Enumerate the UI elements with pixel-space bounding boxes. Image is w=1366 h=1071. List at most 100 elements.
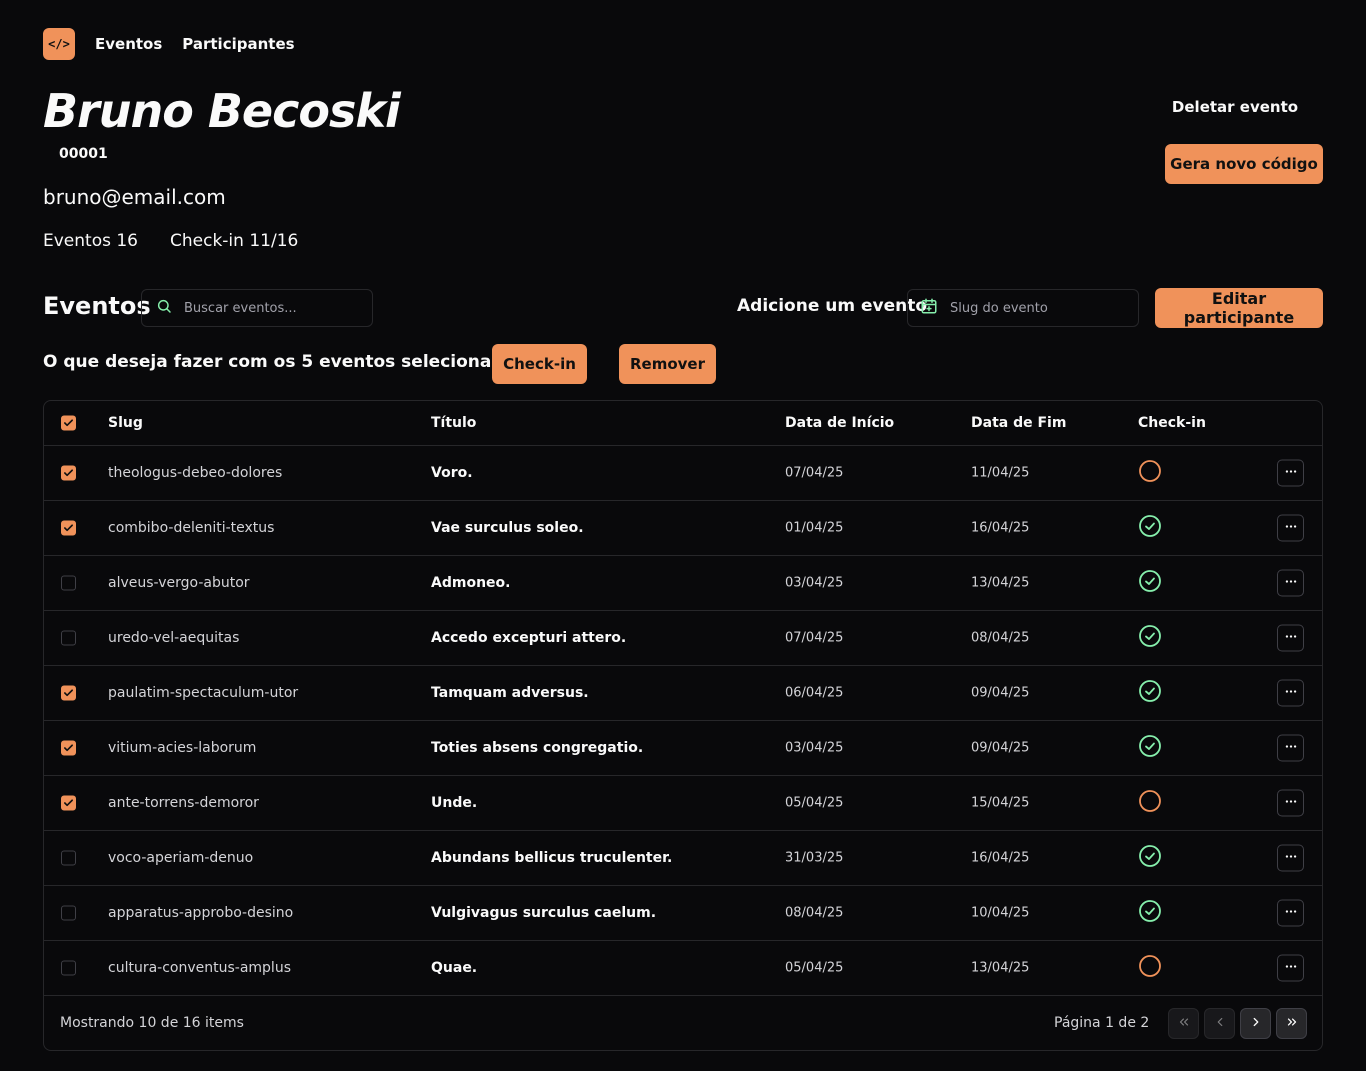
row-checkbox[interactable]	[61, 795, 76, 811]
row-checkbox[interactable]	[61, 465, 76, 481]
participant-name: Bruno Becoski	[43, 84, 401, 138]
delete-event-button[interactable]: Deletar evento	[1166, 94, 1304, 120]
table-row[interactable]: uredo-vel-aequitas Accedo excepturi atter…	[44, 611, 1322, 666]
prev-page-button[interactable]	[1204, 1008, 1235, 1039]
row-slug: vitium-acies-laborum	[108, 740, 257, 756]
circle-icon	[1138, 460, 1162, 487]
table-row[interactable]: alveus-vergo-abutor Admoneo. 03/04/25 13/04…	[44, 556, 1322, 611]
row-title: Abundans bellicus truculenter.	[431, 850, 673, 866]
row-title: Voro.	[431, 465, 473, 481]
table-footer: Mostrando 10 de 16 items Página 1 de 2	[44, 995, 1322, 1050]
row-menu-button[interactable]	[1277, 954, 1304, 982]
check-circle-icon	[1138, 570, 1162, 597]
row-menu-button[interactable]	[1277, 569, 1304, 597]
row-checkin-status	[1138, 734, 1162, 762]
row-checkbox[interactable]	[61, 630, 76, 646]
row-slug: ante-torrens-demoror	[108, 795, 259, 811]
bulk-remove-button[interactable]: Remover	[619, 344, 716, 384]
row-start-date: 07/04/25	[785, 630, 844, 646]
row-end-date: 09/04/25	[971, 685, 1030, 701]
bulk-checkin-button[interactable]: Check-in	[492, 344, 587, 384]
circle-icon	[1138, 790, 1162, 817]
slug-field[interactable]	[907, 289, 1139, 327]
row-menu-button[interactable]	[1277, 679, 1304, 707]
page-indicator: Página 1 de 2	[1054, 1014, 1150, 1031]
last-page-button[interactable]	[1276, 1008, 1307, 1039]
table-row[interactable]: combibo-deleniti-textus Vae surculus sole…	[44, 501, 1322, 556]
row-title: Tamquam adversus.	[431, 685, 589, 701]
first-page-button[interactable]	[1168, 1008, 1199, 1039]
row-end-date: 10/04/25	[971, 905, 1030, 921]
row-checkbox[interactable]	[61, 520, 76, 536]
table-row[interactable]: ante-torrens-demoror Unde. 05/04/25 15/04/2…	[44, 776, 1322, 831]
table-row[interactable]: voco-aperiam-denuo Abundans bellicus truc…	[44, 831, 1322, 886]
row-title: Unde.	[431, 795, 478, 811]
row-checkin-status	[1138, 459, 1162, 487]
check-circle-icon	[1138, 680, 1162, 707]
row-checkbox[interactable]	[61, 740, 76, 756]
row-start-date: 05/04/25	[785, 960, 844, 976]
row-end-date: 16/04/25	[971, 850, 1030, 866]
row-start-date: 03/04/25	[785, 575, 844, 591]
participant-email: bruno@email.com	[43, 185, 226, 209]
header-title: Título	[431, 415, 477, 431]
table-row[interactable]: cultura-conventus-amplus Quae. 05/04/25 13/…	[44, 941, 1322, 996]
select-all-cell	[61, 415, 76, 431]
table-row[interactable]: apparatus-approbo-desino Vulgivagus surcu…	[44, 886, 1322, 941]
check-circle-icon	[1138, 515, 1162, 542]
row-title: Vulgivagus surculus caelum.	[431, 905, 657, 921]
row-start-date: 08/04/25	[785, 905, 844, 921]
row-end-date: 09/04/25	[971, 740, 1030, 756]
row-slug: voco-aperiam-denuo	[108, 850, 254, 866]
row-menu-button[interactable]	[1277, 459, 1304, 487]
row-menu-button[interactable]	[1277, 624, 1304, 652]
row-checkbox[interactable]	[61, 960, 76, 976]
row-slug: uredo-vel-aequitas	[108, 630, 240, 646]
row-start-date: 01/04/25	[785, 520, 844, 536]
table-row[interactable]: theologus-debeo-dolores Voro. 07/04/25 11/0…	[44, 446, 1322, 501]
row-end-date: 13/04/25	[971, 960, 1030, 976]
participant-code: 00001	[59, 146, 108, 162]
row-checkbox[interactable]	[61, 575, 76, 591]
edit-participant-button[interactable]: Editar participante	[1155, 288, 1323, 328]
more-horizontal-icon	[1284, 574, 1298, 592]
row-checkbox[interactable]	[61, 905, 76, 921]
generate-code-button[interactable]: Gera novo código	[1165, 144, 1323, 184]
row-slug: cultura-conventus-amplus	[108, 960, 291, 976]
row-menu-button[interactable]	[1277, 899, 1304, 927]
row-checkin-status	[1138, 624, 1162, 652]
code-icon[interactable]: </>	[43, 28, 75, 60]
search-input[interactable]	[184, 300, 354, 316]
row-menu-button[interactable]	[1277, 734, 1304, 762]
chevrons-left-icon	[1177, 1014, 1191, 1033]
nav-link-eventos[interactable]: Eventos	[95, 35, 162, 53]
row-menu-button[interactable]	[1277, 789, 1304, 817]
row-end-date: 08/04/25	[971, 630, 1030, 646]
row-menu-button[interactable]	[1277, 514, 1304, 542]
more-horizontal-icon	[1284, 629, 1298, 647]
row-checkin-status	[1138, 514, 1162, 542]
search-field[interactable]	[141, 289, 373, 327]
more-horizontal-icon	[1284, 739, 1298, 757]
row-menu-button[interactable]	[1277, 844, 1304, 872]
header-start-date: Data de Início	[785, 415, 895, 431]
row-slug: apparatus-approbo-desino	[108, 905, 294, 921]
row-checkbox[interactable]	[61, 685, 76, 701]
table-row[interactable]: paulatim-spectaculum-utor Tamquam adversu…	[44, 666, 1322, 721]
table-row[interactable]: vitium-acies-laborum Toties absens congre…	[44, 721, 1322, 776]
row-slug: combibo-deleniti-textus	[108, 520, 275, 536]
row-start-date: 05/04/25	[785, 795, 844, 811]
row-checkbox[interactable]	[61, 850, 76, 866]
select-all-checkbox[interactable]	[61, 415, 76, 431]
row-slug: theologus-debeo-dolores	[108, 465, 283, 481]
header-slug: Slug	[108, 415, 143, 431]
nav-link-participantes[interactable]: Participantes	[182, 35, 294, 53]
more-horizontal-icon	[1284, 849, 1298, 867]
row-end-date: 16/04/25	[971, 520, 1030, 536]
row-start-date: 06/04/25	[785, 685, 844, 701]
row-checkin-status	[1138, 899, 1162, 927]
next-page-button[interactable]	[1240, 1008, 1271, 1039]
chevrons-right-icon	[1285, 1014, 1299, 1033]
slug-input[interactable]	[950, 300, 1120, 316]
calendar-plus-icon	[920, 297, 938, 319]
